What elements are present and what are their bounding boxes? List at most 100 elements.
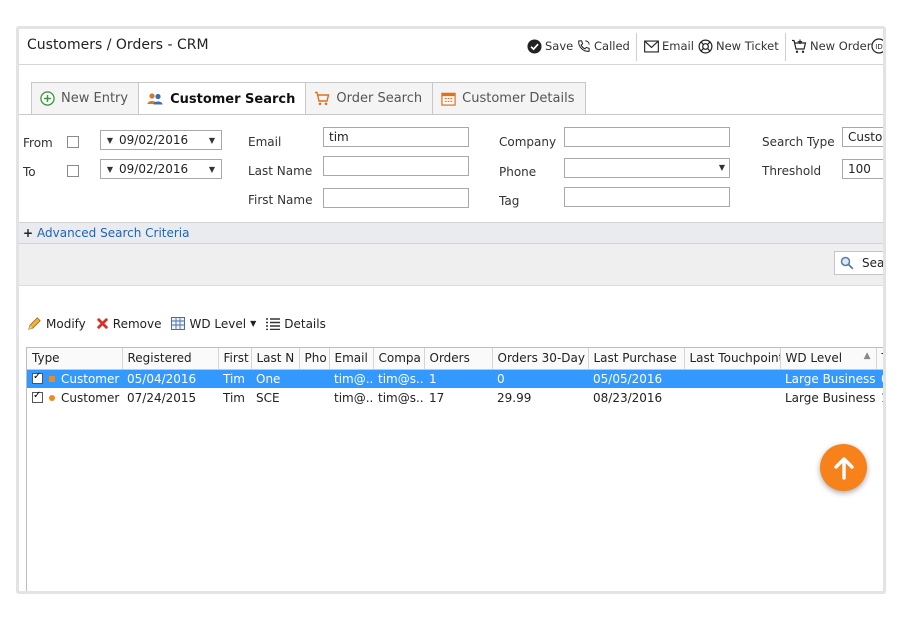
first-name-field[interactable] bbox=[323, 188, 469, 208]
wd-level-cell: Large Business bbox=[785, 390, 876, 405]
last-touchpoint-cell bbox=[684, 388, 780, 407]
orders-cell: 17 bbox=[429, 390, 445, 405]
modify-button[interactable]: Modify bbox=[27, 316, 86, 331]
from-date-picker[interactable]: ▼ 09/02/2016 ▼ bbox=[100, 130, 222, 150]
calendar-icon bbox=[441, 92, 456, 106]
title-bar: Customers / Orders - CRM Save Called Ema… bbox=[19, 29, 883, 65]
cart-icon bbox=[315, 91, 330, 106]
company-cell: tim@s... bbox=[378, 390, 424, 405]
details-button[interactable]: Details bbox=[266, 316, 326, 331]
search-band: Sea bbox=[19, 244, 885, 286]
column-header-company[interactable]: Compa bbox=[373, 348, 425, 370]
column-header-registered[interactable]: Registered bbox=[122, 348, 219, 370]
last-name-field[interactable] bbox=[323, 156, 469, 176]
email-field-label: Email bbox=[248, 135, 282, 149]
to-checkbox[interactable] bbox=[67, 165, 79, 177]
last-touchpoint-cell bbox=[684, 369, 780, 388]
grid-header-row: Type Registered First Last N Pho Email C… bbox=[27, 348, 883, 370]
tab-customer-details[interactable]: Customer Details bbox=[432, 82, 586, 114]
t-cell: 1 bbox=[876, 388, 883, 407]
tag-field[interactable] bbox=[564, 187, 730, 207]
chevron-down-icon: ▼ bbox=[106, 164, 114, 174]
threshold-field[interactable]: 100 bbox=[842, 159, 883, 179]
phone-select[interactable]: ▼ bbox=[564, 158, 730, 178]
email-field[interactable]: tim bbox=[323, 127, 469, 147]
first-name-label: First Name bbox=[248, 193, 313, 207]
orders-30-day-cell: 29.99 bbox=[497, 390, 532, 405]
column-header-type[interactable]: Type bbox=[27, 348, 123, 370]
cart-add-icon bbox=[792, 39, 807, 53]
search-button[interactable]: Sea bbox=[834, 251, 885, 275]
save-button[interactable]: Save bbox=[527, 36, 573, 56]
column-header-last-touchpoint[interactable]: Last Touchpoint bbox=[684, 348, 781, 370]
wd-level-header-label: WD Level bbox=[785, 351, 843, 366]
type-cell: Customer bbox=[27, 369, 122, 388]
arrow-up-icon bbox=[833, 456, 854, 480]
from-checkbox[interactable] bbox=[67, 136, 79, 148]
new-order-button[interactable]: New Order bbox=[791, 36, 871, 56]
id-button[interactable]: ID bbox=[871, 36, 883, 56]
last-name-cell: One bbox=[251, 369, 299, 388]
column-header-orders-30-day[interactable]: Orders 30-Day bbox=[492, 348, 589, 370]
tab-bar: New Entry Customer Search Order Search C… bbox=[31, 82, 586, 115]
remove-x-icon bbox=[96, 317, 108, 330]
table-row[interactable]: Customer 07/24/2015 Tim SCE tim@... tim@… bbox=[27, 388, 883, 407]
phone-icon bbox=[578, 39, 590, 52]
tab-new-entry[interactable]: New Entry bbox=[31, 82, 140, 114]
check-circle-icon bbox=[527, 38, 542, 54]
advanced-search-bar[interactable]: + Advanced Search Criteria bbox=[19, 222, 883, 244]
list-icon bbox=[266, 317, 281, 330]
email-cell: tim@... bbox=[329, 369, 373, 388]
expand-icon: + bbox=[22, 226, 34, 240]
chevron-down-icon: ▼ bbox=[718, 163, 725, 172]
search-type-select[interactable]: Custon bbox=[842, 127, 883, 147]
phone-cell bbox=[299, 369, 329, 388]
scroll-to-top-button[interactable] bbox=[820, 444, 867, 491]
status-dot-icon bbox=[49, 375, 55, 382]
phone-cell bbox=[299, 388, 329, 407]
row-checkbox[interactable] bbox=[32, 371, 43, 384]
remove-label: Remove bbox=[112, 316, 162, 331]
phone-label: Phone bbox=[499, 165, 537, 179]
type-cell: Customer bbox=[27, 388, 122, 407]
users-icon bbox=[147, 93, 163, 105]
column-header-orders[interactable]: Orders bbox=[424, 348, 493, 370]
wd-level-dropdown[interactable]: WD Level ▼ bbox=[171, 316, 256, 331]
column-header-email[interactable]: Email bbox=[329, 348, 374, 370]
from-date-value: 09/02/2016 bbox=[119, 133, 189, 147]
pencil-icon bbox=[28, 317, 41, 330]
first-cell: Tim bbox=[223, 390, 245, 405]
orders-30-day-cell: 0 bbox=[492, 369, 588, 388]
column-header-wd-level[interactable]: WD Level ▲ bbox=[780, 348, 877, 370]
search-button-label: Sea bbox=[862, 256, 885, 270]
tab-customer-search[interactable]: Customer Search bbox=[138, 82, 307, 115]
tab-label: Customer Details bbox=[462, 91, 575, 106]
row-checkbox[interactable] bbox=[32, 390, 43, 403]
advanced-search-link[interactable]: Advanced Search Criteria bbox=[37, 226, 189, 240]
company-field[interactable] bbox=[564, 127, 730, 147]
envelope-icon bbox=[644, 39, 659, 53]
grid-table-icon bbox=[171, 317, 186, 330]
column-header-first[interactable]: First bbox=[218, 348, 252, 370]
column-header-last-purchase[interactable]: Last Purchase bbox=[588, 348, 685, 370]
called-button[interactable]: Called bbox=[576, 36, 630, 56]
t-cell: 0 bbox=[876, 369, 883, 388]
table-row[interactable]: Customer 05/04/2016 Tim One tim@... tim@… bbox=[27, 369, 883, 388]
email-button[interactable]: Email bbox=[644, 36, 694, 56]
tag-label: Tag bbox=[499, 194, 520, 208]
to-date-picker[interactable]: ▼ 09/02/2016 ▼ bbox=[100, 159, 222, 179]
column-header-last-name[interactable]: Last N bbox=[251, 348, 300, 370]
search-type-label: Search Type bbox=[762, 135, 835, 149]
email-cell: tim@... bbox=[334, 390, 373, 405]
remove-button[interactable]: Remove bbox=[96, 316, 162, 331]
tab-underline bbox=[19, 114, 883, 115]
tab-label: Order Search bbox=[336, 91, 423, 106]
column-header-t[interactable]: T bbox=[876, 348, 883, 370]
tab-order-search[interactable]: Order Search bbox=[305, 82, 434, 114]
column-header-phone[interactable]: Pho bbox=[299, 348, 330, 370]
id-badge-text: ID bbox=[875, 43, 882, 51]
chevron-down-icon: ▼ bbox=[208, 135, 216, 145]
last-purchase-cell: 08/23/2016 bbox=[593, 390, 663, 405]
new-ticket-button[interactable]: New Ticket bbox=[698, 36, 779, 56]
modify-label: Modify bbox=[46, 316, 86, 331]
